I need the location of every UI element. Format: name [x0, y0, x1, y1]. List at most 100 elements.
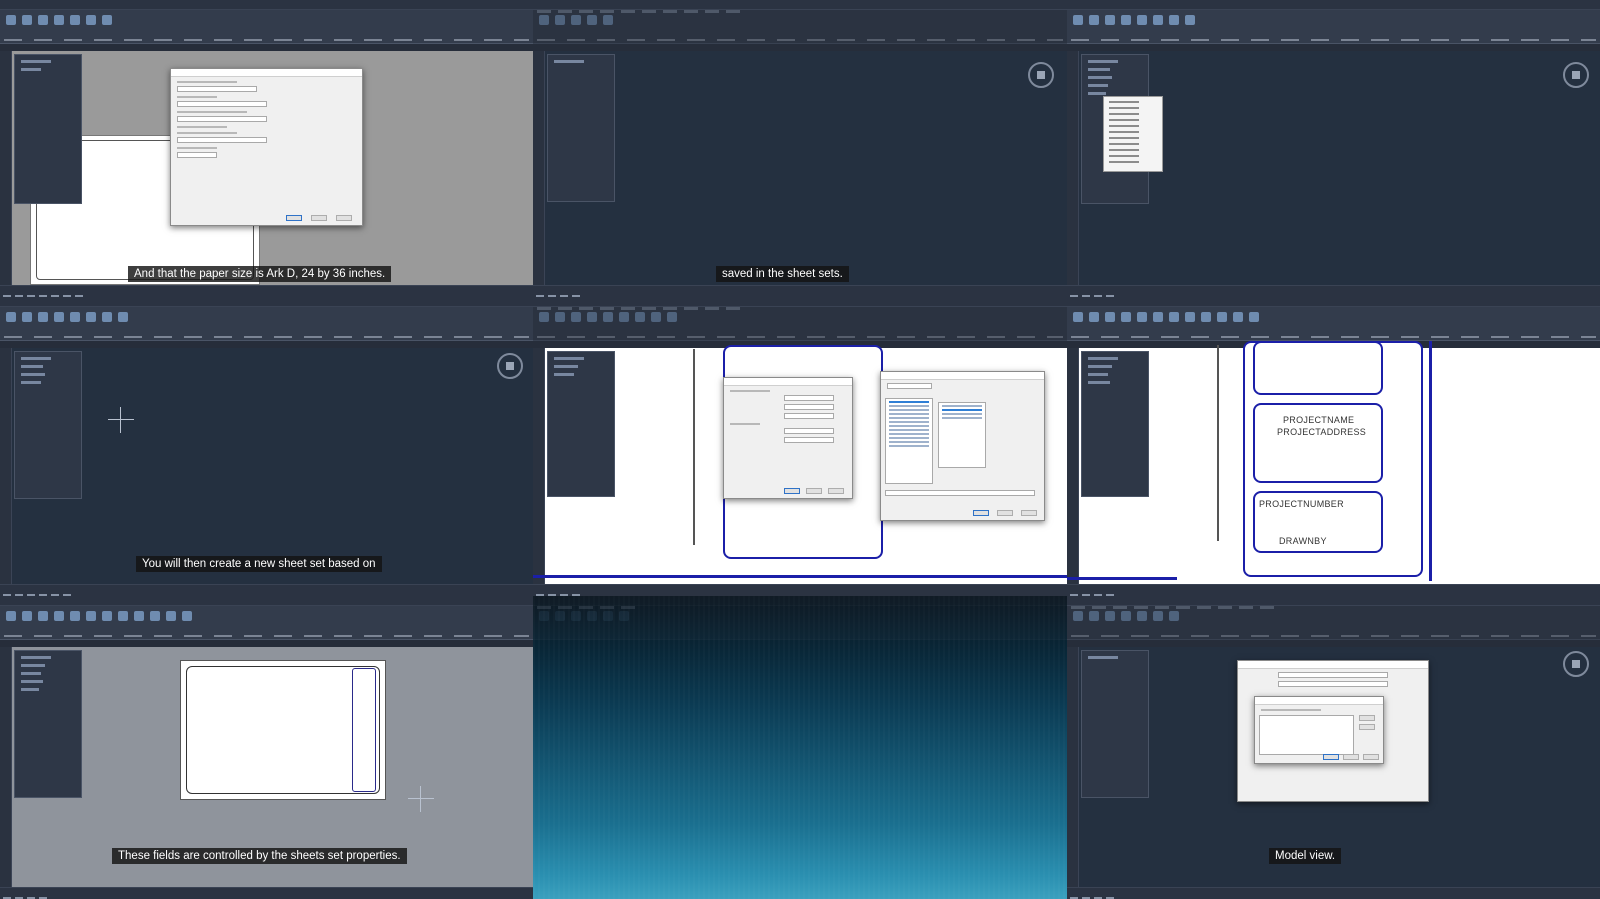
help-button[interactable] — [1363, 754, 1379, 760]
file-tabs[interactable] — [1067, 44, 1600, 57]
ribbon-toolbar — [533, 606, 1067, 640]
sheet-set-manager-palette[interactable] — [14, 650, 82, 798]
sheet-bottom-line — [533, 575, 1067, 578]
project-name-field[interactable]: PROJECTNAME — [1283, 415, 1354, 425]
help-button[interactable] — [1021, 510, 1037, 516]
dialog-title-bar[interactable] — [881, 372, 1044, 380]
menu-bar[interactable] — [1067, 297, 1600, 310]
panel-save-dialog: saved in the sheet sets. — [533, 0, 1067, 297]
field-dialog[interactable] — [880, 371, 1045, 521]
left-side-strip — [1067, 348, 1079, 584]
panel-empty-drawing: You will then create a new sheet set bas… — [0, 297, 533, 596]
panel-title-block-fields: PROJECTNAME PROJECTADDRESS PROJECTNUMBER… — [1067, 297, 1600, 596]
cancel-button[interactable] — [806, 488, 822, 494]
ribbon-toolbar[interactable] — [0, 606, 533, 640]
menu-bar[interactable] — [533, 0, 1067, 13]
file-tabs[interactable] — [1067, 640, 1600, 653]
edit-list-dialog[interactable] — [1254, 696, 1384, 764]
panel-sheet-set-properties: Model view. — [1067, 596, 1600, 899]
property-list[interactable] — [938, 402, 986, 468]
status-bar[interactable] — [0, 887, 533, 899]
help-button[interactable] — [828, 488, 844, 494]
ribbon-toolbar[interactable] — [0, 307, 533, 341]
drawing-viewport[interactable] — [545, 51, 1067, 285]
crosshair-cursor — [108, 407, 134, 433]
sheet-set-manager-palette[interactable] — [1081, 650, 1149, 798]
cancel-button[interactable] — [1343, 754, 1359, 760]
ribbon-toolbar[interactable] — [1067, 10, 1600, 44]
status-bar[interactable] — [1067, 887, 1600, 899]
title-block-column — [352, 668, 376, 792]
menu-bar[interactable] — [1067, 596, 1600, 609]
context-menu[interactable] — [1103, 96, 1163, 172]
ribbon-toolbar[interactable] — [1067, 606, 1600, 640]
help-button[interactable] — [336, 215, 352, 221]
page-setup-dialog[interactable] — [170, 68, 363, 226]
panel-transition — [533, 596, 1067, 899]
status-bar[interactable] — [1067, 285, 1600, 297]
viewcube-icon[interactable] — [1028, 62, 1054, 88]
viewcube-icon[interactable] — [497, 353, 523, 379]
status-bar[interactable] — [533, 584, 1067, 596]
menu-bar[interactable] — [0, 297, 533, 310]
sheet-set-manager-palette[interactable] — [14, 54, 82, 204]
ribbon-toolbar[interactable] — [1067, 307, 1600, 341]
cancel-button[interactable] — [311, 215, 327, 221]
sheet-border-line — [1217, 345, 1219, 541]
menu-bar[interactable] — [0, 596, 533, 609]
ribbon-toolbar[interactable] — [533, 307, 1067, 341]
drawn-by-field[interactable]: DRAWNBY — [1279, 536, 1327, 546]
delete-button[interactable] — [1359, 724, 1375, 730]
file-tabs[interactable] — [533, 44, 1067, 57]
status-bar[interactable] — [1067, 584, 1600, 596]
ok-button[interactable] — [1323, 754, 1339, 760]
text-formatting-dialog[interactable] — [723, 377, 853, 499]
crosshair-cursor — [408, 786, 434, 812]
viewcube-icon[interactable] — [1563, 651, 1589, 677]
field-names-list[interactable] — [885, 398, 933, 484]
sheet-set-manager-palette[interactable] — [14, 351, 82, 499]
dialog-title-bar[interactable] — [724, 378, 852, 386]
dialog-title-bar[interactable] — [1255, 697, 1383, 705]
menu-bar[interactable] — [533, 297, 1067, 310]
left-side-strip — [1067, 647, 1079, 887]
panel-field-dialog — [533, 297, 1067, 596]
ribbon-toolbar[interactable] — [533, 10, 1067, 44]
subtitle-caption: Model view. — [1269, 848, 1342, 864]
menu-bar — [533, 596, 1067, 609]
status-bar[interactable] — [533, 285, 1067, 297]
ribbon-toolbar[interactable] — [0, 10, 533, 44]
ok-button[interactable] — [784, 488, 800, 494]
sheet-bottom-line — [1067, 577, 1177, 580]
cancel-button[interactable] — [997, 510, 1013, 516]
project-number-field[interactable]: PROJECTNUMBER — [1259, 499, 1344, 509]
sheet-set-manager-palette[interactable] — [547, 54, 615, 202]
project-address-field[interactable]: PROJECTADDRESS — [1277, 427, 1366, 437]
left-side-strip — [533, 348, 545, 584]
subtitle-caption: saved in the sheet sets. — [716, 266, 849, 282]
left-side-strip — [0, 51, 12, 285]
left-side-strip — [0, 348, 12, 584]
sheet-set-manager-palette[interactable] — [547, 351, 615, 497]
paper-size-select[interactable] — [177, 137, 267, 143]
viewcube-icon[interactable] — [1563, 62, 1589, 88]
file-tabs[interactable] — [0, 640, 533, 653]
drawing-viewport[interactable] — [12, 348, 533, 584]
sheet-set-manager-palette[interactable] — [1081, 351, 1149, 497]
status-bar[interactable] — [0, 584, 533, 596]
file-tabs[interactable] — [0, 341, 533, 354]
field-category-select[interactable] — [887, 383, 932, 389]
dialog-title-bar[interactable] — [171, 69, 362, 77]
transition-background — [533, 596, 1067, 899]
sheet-inner-border — [186, 666, 380, 794]
add-button[interactable] — [1359, 715, 1375, 721]
file-tabs[interactable] — [0, 44, 533, 57]
status-bar[interactable] — [0, 285, 533, 297]
ok-button[interactable] — [286, 215, 302, 221]
dialog-title-bar[interactable] — [1238, 661, 1428, 669]
menu-bar[interactable] — [0, 0, 533, 13]
list-items[interactable] — [1259, 715, 1354, 755]
ok-button[interactable] — [973, 510, 989, 516]
menu-bar[interactable] — [1067, 0, 1600, 13]
subtitle-caption: These fields are controlled by the sheet… — [112, 848, 407, 864]
